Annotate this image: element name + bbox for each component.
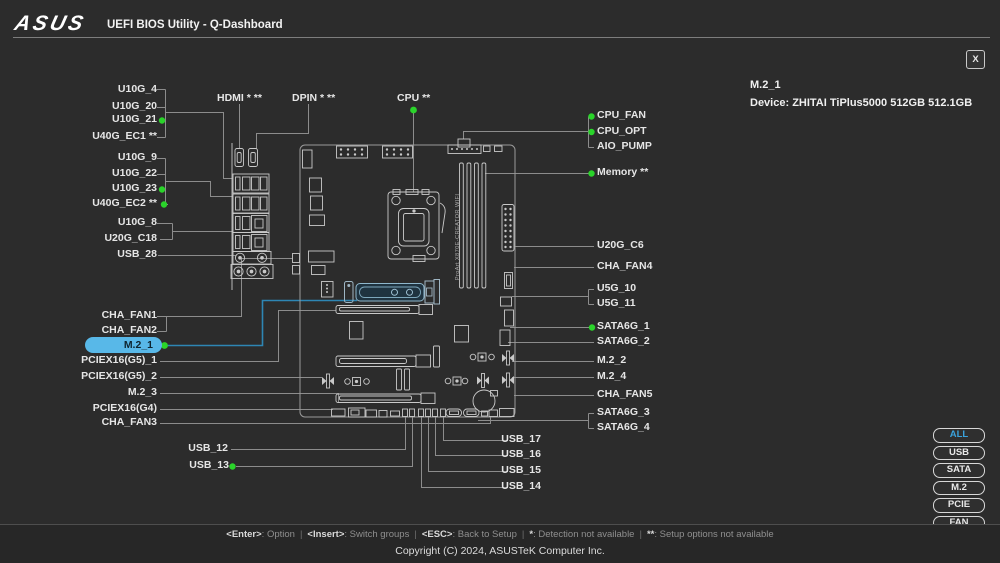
filter-button-usb[interactable]: USB <box>933 446 985 461</box>
port-label[interactable]: SATA6G_2 <box>597 335 650 348</box>
port-label[interactable]: USB_14 <box>501 480 541 493</box>
bottom-headers <box>332 408 515 417</box>
port-label[interactable]: CHA_FAN5 <box>597 388 652 401</box>
port-label[interactable]: U5G_11 <box>597 297 636 310</box>
close-button[interactable]: X <box>966 50 985 69</box>
hint-separator: | <box>634 529 646 540</box>
hint-desc: : Switch groups <box>344 529 409 540</box>
port-label-hdmi[interactable]: HDMI * ** <box>217 92 262 105</box>
m2-standoffs <box>345 353 495 386</box>
port-label[interactable]: CHA_FAN3 <box>102 416 157 429</box>
port-label[interactable]: U40G_EC2 ** <box>92 197 157 210</box>
port-label[interactable]: CHA_FAN4 <box>597 260 652 273</box>
filter-button-group: ALL USB SATA M.2 PCIE FAN <box>933 428 985 530</box>
hint-key: <Enter> <box>226 529 261 540</box>
fan-headers <box>322 351 514 388</box>
key-hints: <Enter>: Option|<Insert>: Switch groups|… <box>0 529 1000 540</box>
port-label[interactable]: SATA6G_1 <box>597 320 650 333</box>
atx-24pin <box>502 205 514 252</box>
page-title: UEFI BIOS Utility - Q-Dashboard <box>107 19 283 31</box>
port-label[interactable]: PCIEX16(G4) <box>93 402 157 415</box>
board-model-text: ProArt X870E-CREATOR WIFI <box>455 194 461 281</box>
port-label[interactable]: PCIEX16(G5)_1 <box>81 354 157 367</box>
selected-trace-m2-1 <box>164 301 357 346</box>
port-label[interactable]: USB_16 <box>501 448 541 461</box>
port-label-cpu[interactable]: CPU ** <box>397 92 430 105</box>
footer-bar: <Enter>: Option|<Insert>: Switch groups|… <box>0 524 1000 563</box>
port-label[interactable]: U20G_C18 <box>104 232 157 245</box>
board-outline <box>300 145 515 417</box>
hint-separator: | <box>295 529 307 540</box>
hint-separator: | <box>409 529 421 540</box>
port-label[interactable]: U10G_4 <box>118 83 157 96</box>
hint-desc: : Detection not available <box>533 529 634 540</box>
port-label[interactable]: AIO_PUMP <box>597 140 652 153</box>
port-label[interactable]: CPU_FAN <box>597 109 646 122</box>
port-label[interactable]: U10G_23 <box>112 182 157 195</box>
m2-1-slot-highlighted[interactable] <box>345 280 440 305</box>
port-label[interactable]: CHA_FAN2 <box>102 324 157 337</box>
port-label[interactable]: USB_17 <box>501 433 541 446</box>
pcie-slots <box>336 305 435 404</box>
port-label-selected-m2-1[interactable]: M.2_1 <box>85 337 162 353</box>
port-label[interactable]: USB_13 <box>189 459 229 472</box>
port-label[interactable]: Memory ** <box>597 166 648 179</box>
port-label[interactable]: M.2_4 <box>597 370 626 383</box>
asus-logo: ASUS <box>12 12 88 36</box>
port-label-dpin[interactable]: DPIN * ** <box>292 92 335 105</box>
port-label[interactable]: U10G_22 <box>112 167 157 180</box>
rear-io-ports <box>231 143 273 290</box>
port-label[interactable]: U40G_EC1 ** <box>92 130 157 143</box>
copyright-text: Copyright (C) 2024, ASUSTeK Computer Inc… <box>0 545 1000 557</box>
hint-separator: | <box>517 529 529 540</box>
port-label[interactable]: PCIEX16(G5)_2 <box>81 370 157 383</box>
filter-button-all[interactable]: ALL <box>933 428 985 443</box>
port-label[interactable]: SATA6G_4 <box>597 421 650 434</box>
port-label[interactable]: U5G_10 <box>597 282 636 295</box>
port-label[interactable]: USB_28 <box>117 248 157 261</box>
selected-device-info: Device: ZHITAI TiPlus5000 512GB 512.1GB <box>750 97 972 109</box>
port-label[interactable]: SATA6G_3 <box>597 406 650 419</box>
header-divider <box>13 37 990 38</box>
hint-desc: : Back to Setup <box>452 529 516 540</box>
port-label[interactable]: U10G_8 <box>118 216 157 229</box>
port-label[interactable]: U10G_21 <box>112 113 157 126</box>
hint-key: <ESC> <box>422 529 453 540</box>
port-label[interactable]: U20G_C6 <box>597 239 644 252</box>
filter-button-pcie[interactable]: PCIE <box>933 498 985 513</box>
port-label[interactable]: CPU_OPT <box>597 125 647 138</box>
cpu-socket <box>388 192 439 259</box>
port-label[interactable]: USB_15 <box>501 464 541 477</box>
port-label[interactable]: U10G_9 <box>118 151 157 164</box>
q-dashboard-screen: ProArt X870E-CREATOR WIFI ASUS UEFI BIOS… <box>0 0 1000 563</box>
filter-button-m2[interactable]: M.2 <box>933 481 985 496</box>
board-components <box>293 139 515 417</box>
selected-slot-title: M.2_1 <box>750 79 781 91</box>
dimm-slots <box>460 163 486 288</box>
hint-key: <Insert> <box>307 529 344 540</box>
port-label[interactable]: M.2_2 <box>597 354 626 367</box>
hint-desc: : Option <box>262 529 295 540</box>
port-label[interactable]: CHA_FAN1 <box>102 309 157 322</box>
hint-desc: : Setup options not available <box>654 529 773 540</box>
port-label[interactable]: USB_12 <box>188 442 228 455</box>
port-label[interactable]: U10G_20 <box>112 100 157 113</box>
filter-button-sata[interactable]: SATA <box>933 463 985 478</box>
port-label[interactable]: M.2_3 <box>128 386 157 399</box>
